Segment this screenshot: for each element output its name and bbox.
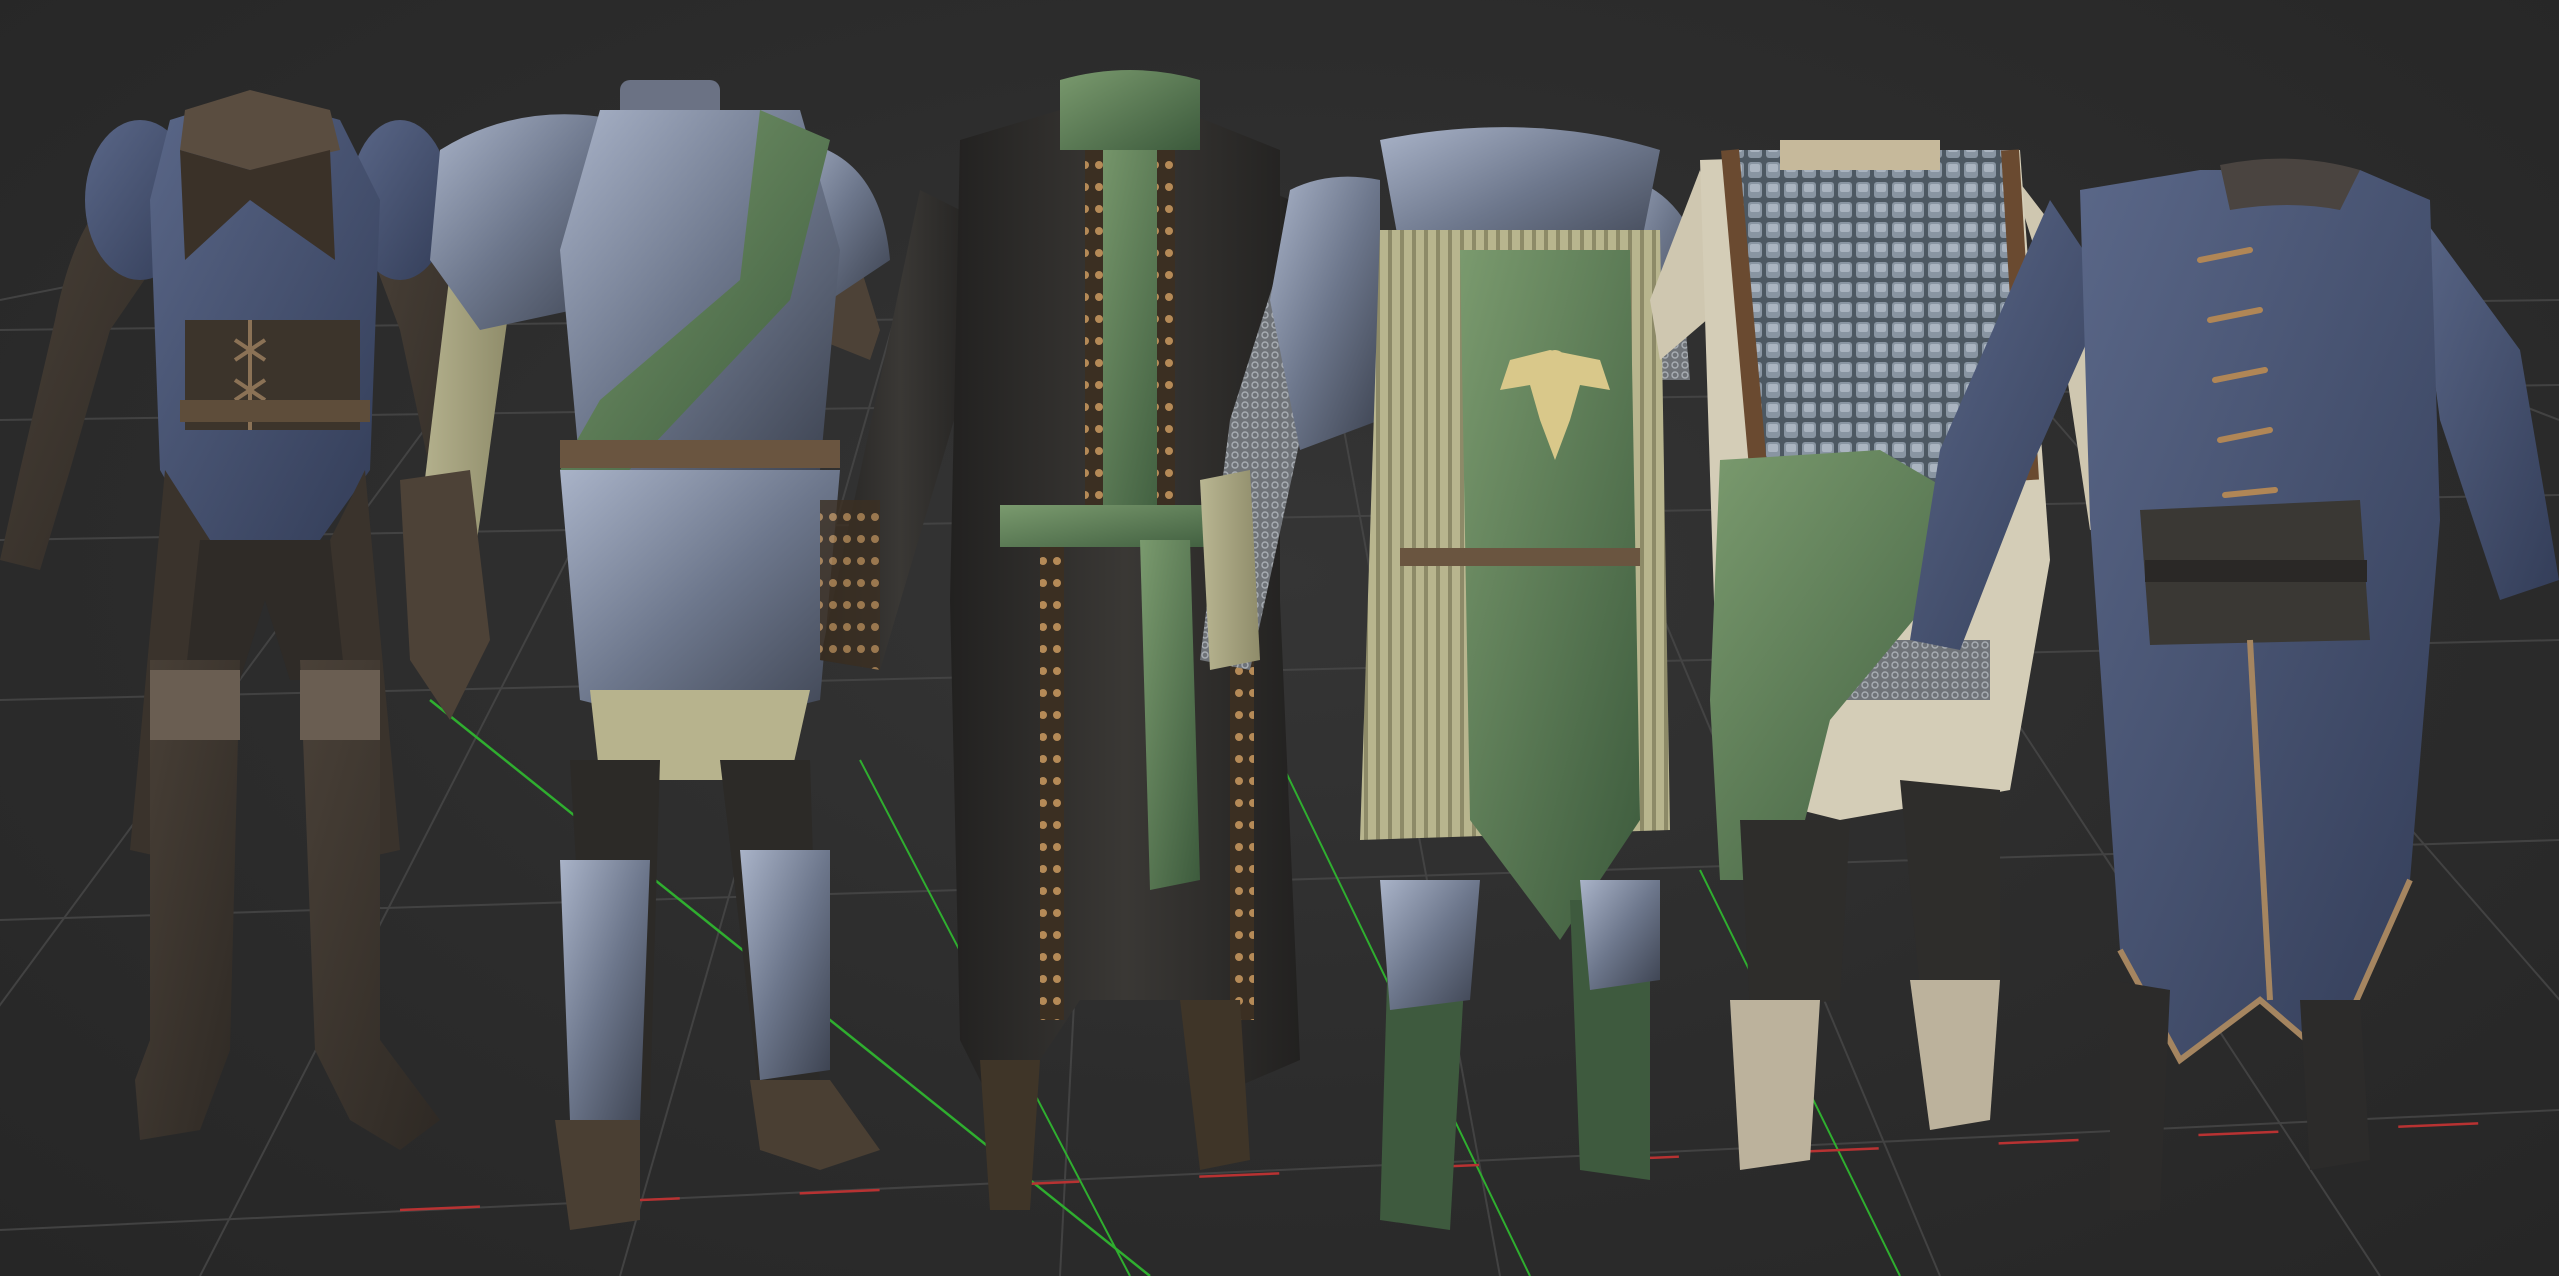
outfit-plate-armor[interactable] bbox=[400, 80, 890, 1230]
3d-viewport[interactable] bbox=[0, 0, 2559, 1276]
viewport-canvas bbox=[0, 70, 2559, 1276]
